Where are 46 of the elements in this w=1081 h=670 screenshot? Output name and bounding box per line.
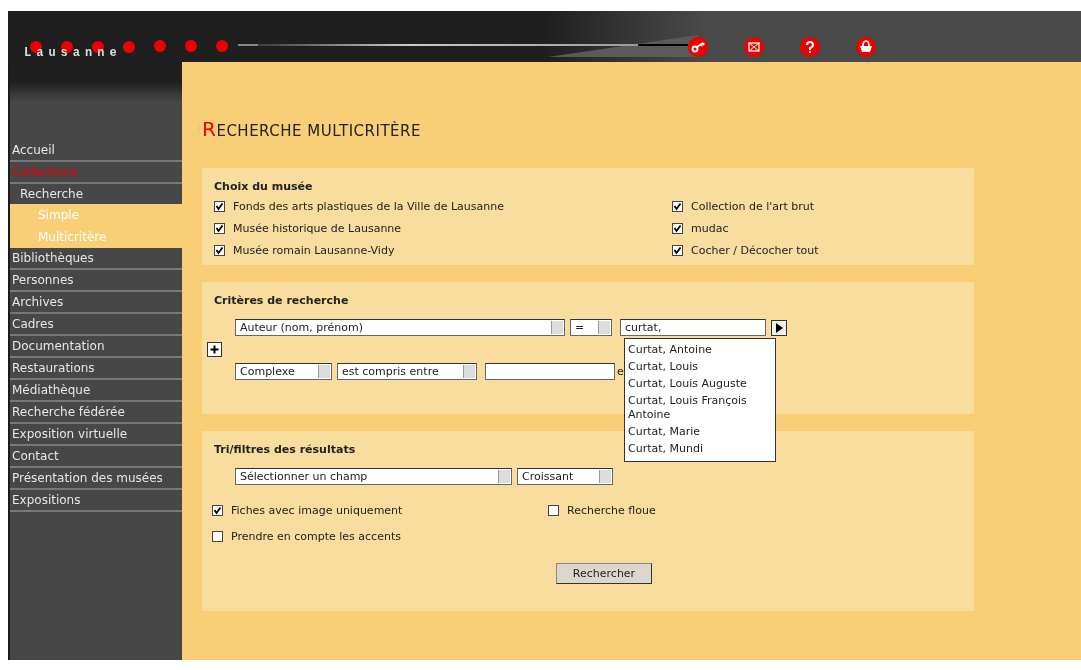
add-criterion-button[interactable] <box>207 342 222 357</box>
suggestion-item[interactable]: Curtat, Louis François Antoine <box>628 393 775 424</box>
checkbox-label: Musée historique de Lausanne <box>233 221 402 235</box>
checkbox-label: Recherche floue <box>567 503 656 517</box>
mail-icon[interactable] <box>744 37 764 57</box>
checkbox[interactable] <box>214 244 225 256</box>
section-title: Choix du musée <box>214 180 313 193</box>
type-select[interactable]: Complexe <box>235 363 332 380</box>
suggestion-item[interactable]: Curtat, Louis Auguste <box>628 376 775 393</box>
play-button[interactable] <box>771 319 787 336</box>
section-title: Tri/filtres des résultats <box>214 443 356 456</box>
checkbox-label: Musée romain Lausanne-Vidy <box>233 243 395 257</box>
field-select[interactable]: Auteur (nom, prénom) <box>235 319 565 336</box>
value-field[interactable] <box>485 363 615 380</box>
suggestion-item[interactable]: Curtat, Marie <box>628 424 775 441</box>
suggestion-item[interactable]: Curtat, Antoine <box>628 342 775 359</box>
checkbox[interactable] <box>214 222 225 234</box>
order-select[interactable]: Croissant <box>517 468 613 485</box>
checkbox[interactable] <box>214 200 225 212</box>
suggestion-item[interactable]: Curtat, Mundi <box>628 441 775 458</box>
checkbox[interactable] <box>548 504 559 516</box>
page-title: RECHERCHE MULTICRITÈRE <box>202 117 422 141</box>
suggestion-item[interactable]: Curtat, Louis <box>628 359 775 376</box>
site-logo[interactable]: Lausanne <box>24 46 122 60</box>
sort-field-select[interactable]: Sélectionner un champ <box>235 468 512 485</box>
search-button[interactable]: Rechercher <box>555 563 653 584</box>
checkbox-label: Fiches avec image uniquement <box>231 503 403 517</box>
connector-text: e <box>617 365 624 378</box>
checkbox[interactable] <box>672 244 683 256</box>
checkbox-label: Prendre en compte les accents <box>231 529 401 543</box>
checkbox-label: Cocher / Décocher tout <box>691 243 819 257</box>
condition-select[interactable]: est compris entre <box>337 363 477 380</box>
checkbox-label: Collection de l'art brut <box>691 199 815 213</box>
checkbox[interactable] <box>672 200 683 212</box>
help-icon[interactable] <box>800 37 820 57</box>
operator-select[interactable]: = <box>570 319 612 336</box>
checkbox-label: Fonds des arts plastiques de la Ville de Lausanne <box>233 199 504 213</box>
basket-icon[interactable] <box>856 37 876 57</box>
checkbox[interactable] <box>212 530 223 542</box>
checkbox-label: mudac <box>691 221 729 235</box>
checkbox[interactable] <box>212 504 223 516</box>
key-icon[interactable] <box>688 37 708 57</box>
sidebar-item[interactable]: Recherche <box>10 184 182 204</box>
section-title: Critères de recherche <box>214 294 349 307</box>
checkbox[interactable] <box>672 222 683 234</box>
search-field[interactable]: curtat, <box>620 319 766 336</box>
